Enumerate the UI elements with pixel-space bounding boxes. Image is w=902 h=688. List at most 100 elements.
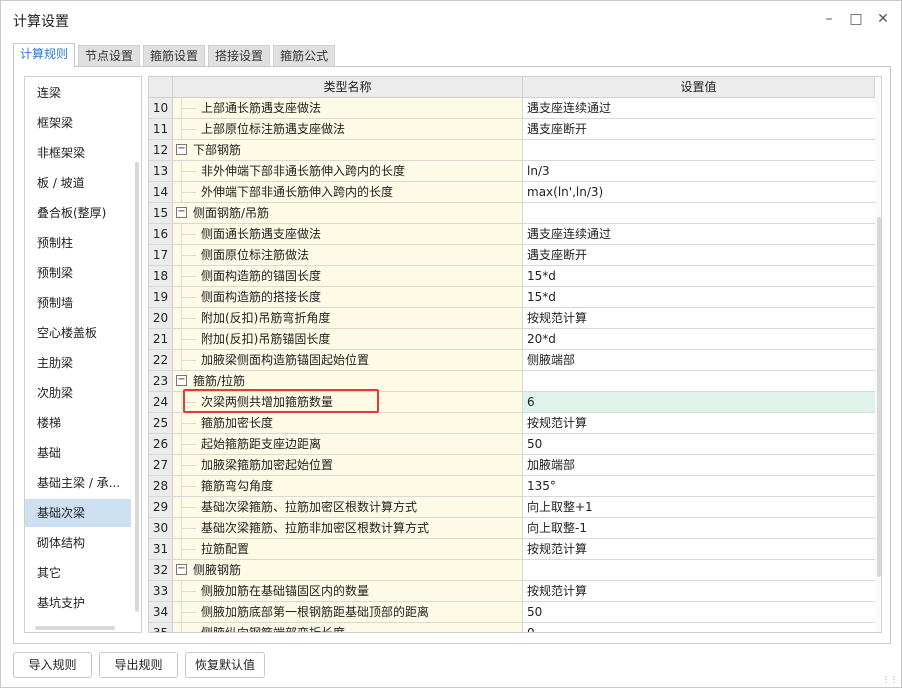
tree-line: [182, 549, 196, 550]
row-value-cell[interactable]: 0: [523, 623, 875, 632]
table-row[interactable]: 14 外伸端下部非通长筋伸入跨内的长度 max(ln',ln/3): [149, 182, 875, 203]
row-value-cell[interactable]: 50: [523, 602, 875, 623]
scrollbar-thumb[interactable]: [877, 217, 881, 577]
table-row[interactable]: 22 加腋梁侧面构造筋锚固起始位置 侧腋端部: [149, 350, 875, 371]
tab-2[interactable]: 箍筋设置: [143, 45, 206, 67]
row-value-cell[interactable]: 遇支座连续通过: [523, 98, 875, 119]
row-value-cell[interactable]: 135°: [523, 476, 875, 497]
tab-4[interactable]: 箍筋公式: [273, 45, 336, 67]
sidebar-item[interactable]: 其它: [25, 559, 131, 587]
group-row[interactable]: 32− 侧腋钢筋: [149, 560, 875, 581]
import-rules-button[interactable]: 导入规则: [13, 652, 92, 678]
row-value-cell[interactable]: 按规范计算: [523, 413, 875, 434]
group-row[interactable]: 15− 侧面钢筋/吊筋: [149, 203, 875, 224]
table-row[interactable]: 33 侧腋加筋在基础锚固区内的数量 按规范计算: [149, 581, 875, 602]
collapse-icon[interactable]: −: [176, 564, 187, 575]
table-row[interactable]: 35 侧腋纵向钢筋端部弯折长度 0: [149, 623, 875, 632]
table-row[interactable]: 26 起始箍筋距支座边距离 50: [149, 434, 875, 455]
sidebar-item[interactable]: 叠合板(整厚): [25, 199, 131, 227]
sidebar-item[interactable]: 砌体结构: [25, 529, 131, 557]
table-row[interactable]: 21 附加(反扣)吊筋锚固长度 20*d: [149, 329, 875, 350]
tab-3[interactable]: 搭接设置: [208, 45, 271, 67]
sidebar-item[interactable]: 非框架梁: [25, 139, 131, 167]
row-value-cell[interactable]: [523, 140, 875, 161]
table-row[interactable]: 25 箍筋加密长度 按规范计算: [149, 413, 875, 434]
sidebar-item[interactable]: 基础: [25, 439, 131, 467]
row-value-cell[interactable]: 向上取整-1: [523, 518, 875, 539]
sidebar-item[interactable]: 基坑支护: [25, 589, 131, 617]
tree-line: [182, 108, 196, 109]
row-value-cell[interactable]: 15*d: [523, 287, 875, 308]
row-name: 侧面构造筋的搭接长度: [201, 290, 322, 304]
collapse-icon[interactable]: −: [176, 207, 187, 218]
row-value-cell[interactable]: 15*d: [523, 266, 875, 287]
tab-0[interactable]: 计算规则: [13, 43, 76, 67]
row-value-cell[interactable]: [523, 203, 875, 224]
sidebar-item[interactable]: 主肋梁: [25, 349, 131, 377]
sidebar-item[interactable]: 预制墙: [25, 289, 131, 317]
table-row[interactable]: 29 基础次梁箍筋、拉筋加密区根数计算方式 向上取整+1: [149, 497, 875, 518]
restore-defaults-button[interactable]: 恢复默认值: [185, 652, 265, 678]
row-value-cell[interactable]: 加腋端部: [523, 455, 875, 476]
row-number-header: [149, 77, 173, 98]
table-row[interactable]: 13 非外伸端下部非通长筋伸入跨内的长度 ln/3: [149, 161, 875, 182]
tree-line: [182, 612, 196, 613]
sidebar-item[interactable]: 楼梯: [25, 409, 131, 437]
table-row[interactable]: 16 侧面通长筋遇支座做法 遇支座连续通过: [149, 224, 875, 245]
collapse-icon[interactable]: −: [176, 144, 187, 155]
row-value-cell[interactable]: max(ln',ln/3): [523, 182, 875, 203]
table-row[interactable]: 27 加腋梁箍筋加密起始位置 加腋端部: [149, 455, 875, 476]
sidebar-item[interactable]: 连梁: [25, 79, 131, 107]
sidebar-item[interactable]: 次肋梁: [25, 379, 131, 407]
export-rules-button[interactable]: 导出规则: [99, 652, 178, 678]
table-row[interactable]: 31 拉筋配置 按规范计算: [149, 539, 875, 560]
table-row[interactable]: 18 侧面构造筋的锚固长度 15*d: [149, 266, 875, 287]
table-row[interactable]: 11 上部原位标注筋遇支座做法 遇支座断开: [149, 119, 875, 140]
table-row[interactable]: 34 侧腋加筋底部第一根钢筋距基础顶部的距离 50: [149, 602, 875, 623]
table-row[interactable]: 19 侧面构造筋的搭接长度 15*d: [149, 287, 875, 308]
sidebar-vertical-scrollbar[interactable]: [135, 162, 139, 612]
sidebar-item[interactable]: 空心楼盖板: [25, 319, 131, 347]
sidebar-item[interactable]: 预制柱: [25, 229, 131, 257]
sidebar-item[interactable]: 框架梁: [25, 109, 131, 137]
row-value-cell[interactable]: ln/3: [523, 161, 875, 182]
row-value-cell[interactable]: 侧腋端部: [523, 350, 875, 371]
row-name: 加腋梁侧面构造筋锚固起始位置: [201, 353, 370, 367]
collapse-icon[interactable]: −: [176, 375, 187, 386]
sidebar-item[interactable]: 预制梁: [25, 259, 131, 287]
row-value-cell[interactable]: 20*d: [523, 329, 875, 350]
row-name-cell: 侧腋加筋在基础锚固区内的数量: [173, 581, 523, 602]
sidebar-item[interactable]: 基础次梁: [25, 499, 131, 527]
group-row[interactable]: 12− 下部钢筋: [149, 140, 875, 161]
row-number: 10: [149, 98, 173, 119]
row-value-cell[interactable]: 50: [523, 434, 875, 455]
row-value-cell[interactable]: 遇支座断开: [523, 245, 875, 266]
sidebar-item[interactable]: 基础主梁 / 承...: [25, 469, 131, 497]
tree-line: [182, 129, 196, 130]
row-value-cell[interactable]: 遇支座断开: [523, 119, 875, 140]
maximize-icon[interactable]: □: [846, 9, 866, 29]
resize-grip-icon[interactable]: ⋮⋮: [882, 675, 898, 684]
row-value-cell[interactable]: 按规范计算: [523, 581, 875, 602]
row-value-cell[interactable]: 按规范计算: [523, 539, 875, 560]
table-vertical-scrollbar[interactable]: [875, 77, 881, 632]
row-name: 侧面构造筋的锚固长度: [201, 269, 322, 283]
table-row[interactable]: 30 基础次梁箍筋、拉筋非加密区根数计算方式 向上取整-1: [149, 518, 875, 539]
table-row[interactable]: 28 箍筋弯勾角度 135°: [149, 476, 875, 497]
table-row[interactable]: 10 上部通长筋遇支座做法 遇支座连续通过: [149, 98, 875, 119]
row-number: 27: [149, 455, 173, 476]
row-value-cell[interactable]: 向上取整+1: [523, 497, 875, 518]
row-value-cell[interactable]: [523, 371, 875, 392]
table-row[interactable]: 17 侧面原位标注筋做法 遇支座断开: [149, 245, 875, 266]
close-icon[interactable]: ✕: [873, 9, 893, 29]
row-name-cell: 加腋梁箍筋加密起始位置: [173, 455, 523, 476]
row-value-cell[interactable]: 6: [523, 392, 875, 413]
minimize-icon[interactable]: –: [819, 9, 839, 29]
row-value-cell[interactable]: 遇支座连续通过: [523, 224, 875, 245]
row-value-cell[interactable]: 按规范计算: [523, 308, 875, 329]
table-row[interactable]: 20 附加(反扣)吊筋弯折角度 按规范计算: [149, 308, 875, 329]
sidebar-item[interactable]: 板 / 坡道: [25, 169, 131, 197]
row-value-cell[interactable]: [523, 560, 875, 581]
sidebar-horizontal-scrollbar[interactable]: [35, 626, 115, 630]
tab-1[interactable]: 节点设置: [78, 45, 141, 67]
